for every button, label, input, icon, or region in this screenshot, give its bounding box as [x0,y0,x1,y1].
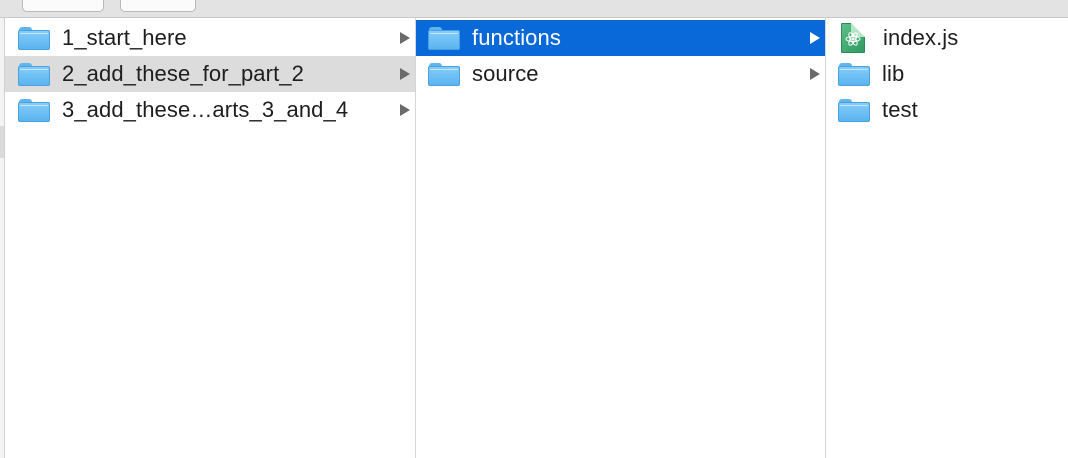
item-label: functions [472,25,561,50]
item-label: index.js [883,25,959,50]
column-browser: 1_start_here 2_add_these_for_part_2 3_ad… [0,18,1068,458]
folder-icon [838,62,870,86]
folder-icon [18,26,50,50]
folder-row-3-add-these-parts-3-and-4[interactable]: 3_add_these…arts_3_and_4 [5,92,415,128]
column-2[interactable]: functions source [416,18,826,458]
folder-icon [838,98,870,122]
folder-icon [18,98,50,122]
folder-icon [428,62,460,86]
file-row-index-js[interactable]: index.js [826,20,1068,56]
disclosure-arrow-icon [400,32,410,44]
item-label: test [882,97,918,122]
item-label: 2_add_these_for_part_2 [62,61,304,86]
disclosure-arrow-icon [810,32,820,44]
toolbar-button-view[interactable] [120,0,196,12]
folder-row-source[interactable]: source [416,56,825,92]
column-1[interactable]: 1_start_here 2_add_these_for_part_2 3_ad… [5,18,416,458]
item-label: 3_add_these…arts_3_and_4 [62,97,349,122]
item-label: source [472,61,539,86]
column-2-list: functions source [416,18,825,92]
folder-icon [428,26,460,50]
disclosure-arrow-icon [400,68,410,80]
folder-row-2-add-these-for-part-2[interactable]: 2_add_these_for_part_2 [5,56,415,92]
column-3[interactable]: index.js lib test [826,18,1068,458]
folder-row-test[interactable]: test [826,92,1068,128]
column-1-list: 1_start_here 2_add_these_for_part_2 3_ad… [5,18,415,128]
folder-row-functions[interactable]: functions [416,20,825,56]
toolbar-button-back[interactable] [22,0,104,12]
folder-row-lib[interactable]: lib [826,56,1068,92]
resize-handle[interactable] [0,126,4,158]
column-3-list: index.js lib test [826,18,1068,128]
folder-row-1-start-here[interactable]: 1_start_here [5,20,415,56]
folder-icon [18,62,50,86]
toolbar [0,0,1068,18]
disclosure-arrow-icon [400,104,410,116]
item-label: lib [882,61,905,86]
item-label: 1_start_here [62,25,187,50]
js-file-icon [841,23,867,53]
disclosure-arrow-icon [810,68,820,80]
